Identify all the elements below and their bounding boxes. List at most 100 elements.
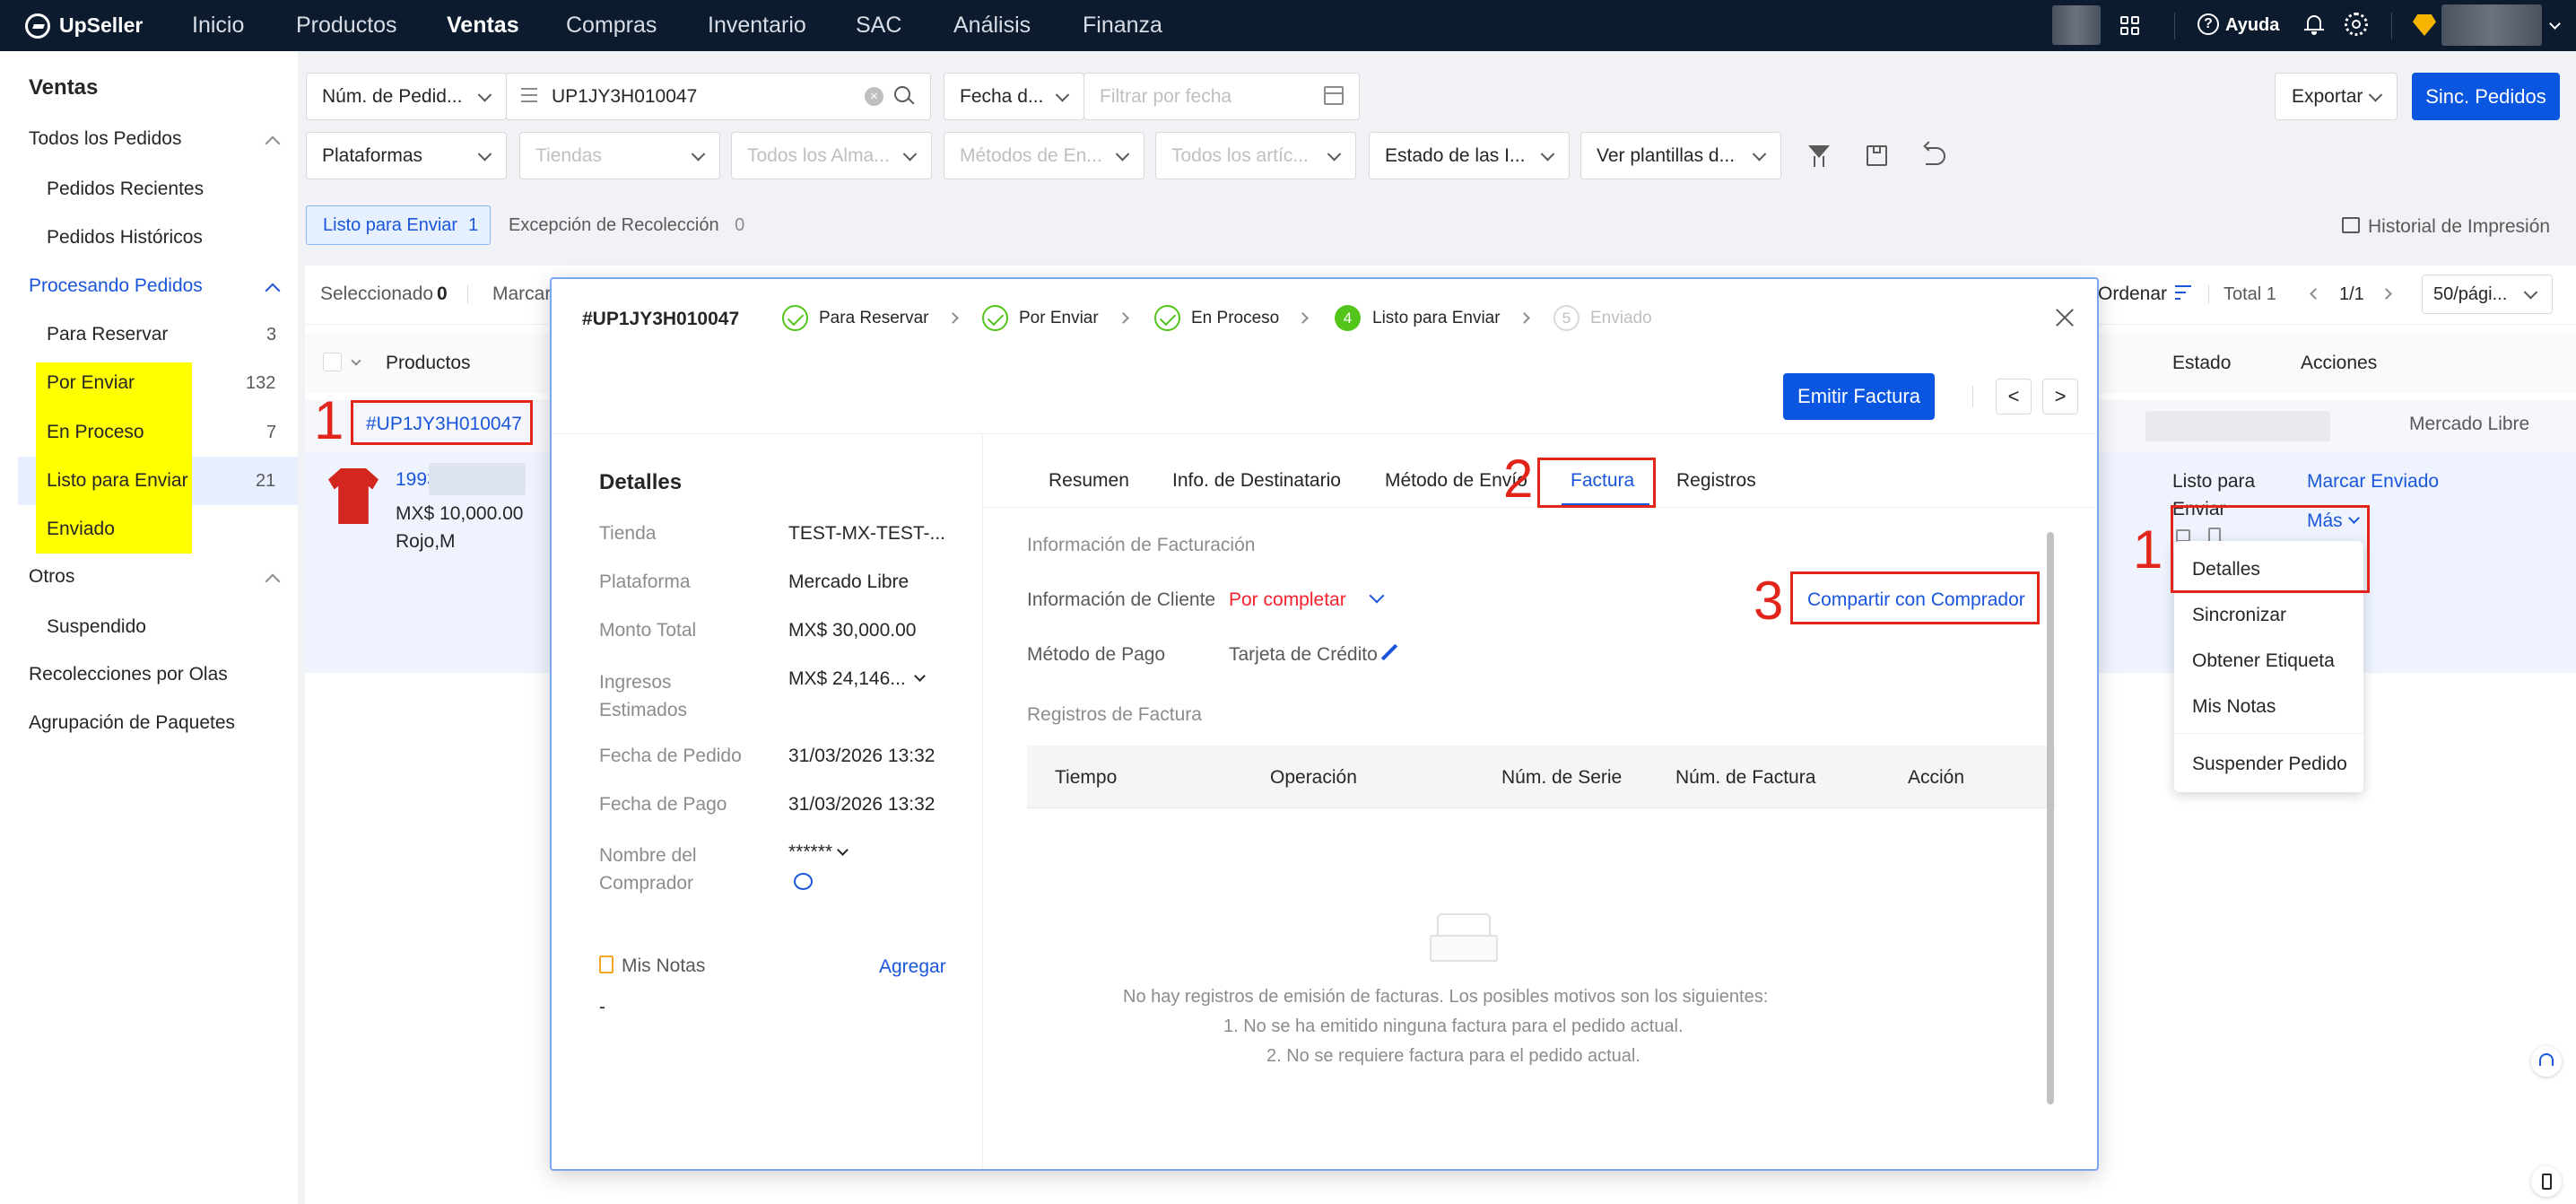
page-indicator: 1/1 [2339,284,2364,304]
nav-analisis[interactable]: Análisis [953,0,1031,51]
upseller-logo-icon [25,13,50,39]
scrollbar-thumb[interactable] [2047,532,2054,1104]
sidebar-item-suspended[interactable]: Suspendido [47,616,146,638]
nav-ventas[interactable]: Ventas [447,0,519,51]
product-price: MX$ 10,000.00 [396,503,524,524]
support-headset-icon[interactable] [2531,1046,2562,1077]
annotation-number: 1 [314,390,344,450]
empty-inbox-icon [1430,913,1498,964]
notes-add-link[interactable]: Agregar [879,956,946,978]
page-size-select[interactable]: 50/pági... [2422,275,2553,314]
divider [2391,13,2392,39]
calendar-icon[interactable] [1324,86,1344,105]
print-history-link[interactable]: Historial de Impresión [2368,216,2550,238]
tab-recipient-info[interactable]: Info. de Destinatario [1172,470,1341,492]
sidebar-item-enviado[interactable]: Enviado [47,519,115,540]
tab-ready-to-ship[interactable]: Listo para Enviar 1 [306,205,491,245]
product-thumbnail[interactable] [328,468,379,524]
prev-order-button[interactable]: < [1996,379,2032,414]
tab-records[interactable]: Registros [1676,470,1756,492]
emit-invoice-button[interactable]: Emitir Factura [1783,373,1935,420]
selected-label: Seleccionado [320,284,434,304]
sidebar-all-orders[interactable]: Todos los Pedidos [29,128,181,150]
date-filter-input[interactable]: Filtrar por fecha [1083,73,1360,120]
detail-store: TEST-MX-TEST-... [788,523,946,544]
nav-inicio[interactable]: Inicio [192,0,244,51]
edit-icon[interactable] [1380,643,1398,661]
clear-icon[interactable]: × [865,87,883,106]
chevron-up-icon[interactable] [265,283,281,299]
warehouses-select[interactable]: Todos los Alma... [731,132,932,179]
close-icon[interactable] [2053,306,2076,329]
sidebar-item-historic[interactable]: Pedidos Históricos [47,227,203,249]
annotation-box-share [1790,571,2040,624]
help-icon[interactable]: ? [2197,13,2219,35]
user-name-blurred[interactable] [2441,4,2542,46]
detail-key: Tienda [599,523,657,544]
sidebar-item-en-proceso[interactable]: En Proceso [47,422,144,443]
printer-icon[interactable] [2342,217,2360,233]
sidebar-packages[interactable]: Agrupación de Paquetes [29,712,235,734]
export-dropdown[interactable]: Exportar [2275,73,2398,120]
mark-sent-link[interactable]: Marcar Enviado [2307,471,2439,493]
detail-total: MX$ 30,000.00 [788,620,917,641]
sidebar-others[interactable]: Otros [29,566,74,588]
mark-dropdown[interactable]: Marcar [492,284,551,305]
tab-summary[interactable]: Resumen [1049,470,1129,492]
sidebar-footer [0,975,298,1204]
sidebar-item-para-reservar[interactable]: Para Reservar [47,324,168,345]
nav-sac[interactable]: SAC [856,0,901,51]
next-order-button[interactable]: > [2042,379,2078,414]
save-icon[interactable] [1867,145,1887,166]
chevron-up-icon[interactable] [265,573,281,589]
help-label[interactable]: Ayuda [2225,0,2279,51]
tab-pickup-exception[interactable]: Excepción de Recolección 0 [509,215,744,236]
mobile-icon[interactable] [2531,1166,2562,1197]
nav-inventario[interactable]: Inventario [708,0,806,51]
order-number-type-select[interactable]: Núm. de Pedid... [306,73,507,120]
account-avatar-blurred[interactable] [2052,5,2101,45]
chevron-down-icon[interactable] [1369,588,1385,604]
chevron-up-icon[interactable] [265,135,281,152]
sidebar-item-por-enviar[interactable]: Por Enviar [47,372,135,394]
date-type-select[interactable]: Fecha d... [944,73,1084,120]
sidebar-processing[interactable]: Procesando Pedidos [29,275,203,297]
sidebar-item-listo-para-enviar[interactable]: Listo para Enviar [47,470,188,492]
menu-item-get-label[interactable]: Obtener Etiqueta [2192,650,2335,672]
chevron-down-icon[interactable] [837,844,849,856]
platforms-select[interactable]: Plataformas [306,132,507,179]
sidebar-item-recent[interactable]: Pedidos Recientes [47,179,204,200]
menu-item-my-notes[interactable]: Mis Notas [2192,696,2276,718]
detail-key: Plataforma [599,571,691,592]
col-actions: Acciones [2301,353,2378,373]
menu-item-sync[interactable]: Sincronizar [2192,605,2286,626]
articles-select[interactable]: Todos los artíc... [1155,132,1356,179]
diamond-icon[interactable] [2413,14,2436,36]
nav-finanza[interactable]: Finanza [1083,0,1162,51]
menu-item-suspend[interactable]: Suspender Pedido [2192,754,2347,775]
annotation-box-order-id [351,400,533,445]
col-serial: Núm. de Serie [1501,767,1623,788]
select-all-checkbox[interactable] [323,353,342,371]
tab-label: Excepción de Recolección [509,215,719,235]
chevron-down-icon[interactable] [2549,18,2561,30]
stores-select[interactable]: Tiendas [519,132,720,179]
sync-orders-button[interactable]: Sinc. Pedidos [2412,73,2560,120]
nav-productos[interactable]: Productos [296,0,397,51]
chat-icon[interactable] [794,873,813,890]
sort-button[interactable]: Ordenar [2098,284,2167,305]
upseller-logo[interactable]: UpSeller [25,11,143,40]
selected-count: 0 [437,284,448,304]
detail-payment-date: 31/03/2026 13:32 [788,794,936,815]
status-select[interactable]: Estado de las I... [1369,132,1570,179]
gear-icon[interactable] [2345,13,2368,36]
apps-grid-icon[interactable] [2120,16,2140,36]
nav-compras[interactable]: Compras [566,0,657,51]
sort-icon[interactable] [2175,285,2191,301]
templates-select[interactable]: Ver plantillas d... [1580,132,1781,179]
bell-icon[interactable] [2304,13,2324,35]
step-label: Enviado [1590,309,1652,327]
chevron-down-icon[interactable] [914,670,926,682]
shipping-methods-select[interactable]: Métodos de En... [944,132,1144,179]
sidebar-waves[interactable]: Recolecciones por Olas [29,664,228,685]
